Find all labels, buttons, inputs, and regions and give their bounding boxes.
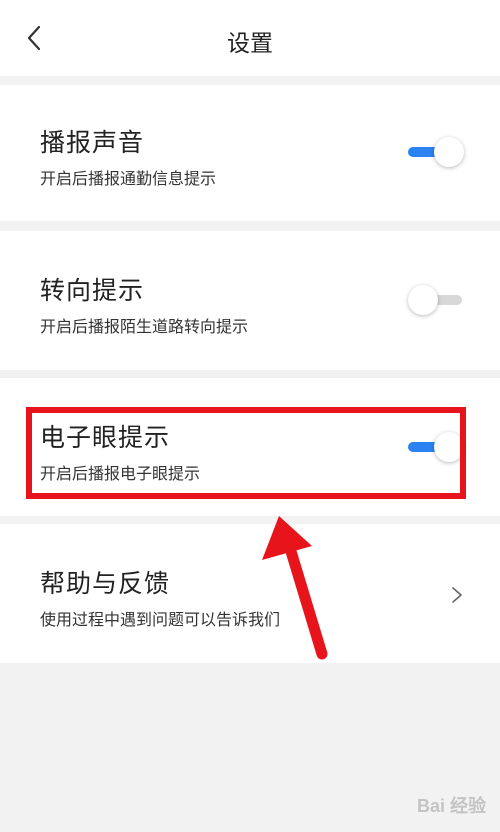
setting-subtitle: 开启后播报通勤信息提示 [40,169,217,188]
watermark-logo: Bai 经验 [417,792,486,818]
setting-title: 转向提示 [40,276,145,305]
watermark-text: Bai 经验 [416,796,486,816]
top-bar: 设置 [0,0,500,76]
setting-turn-prompt: 转向提示 开启后播报陌生道路转向提示 [0,231,500,370]
toggle-knob [408,285,438,315]
setting-broadcast-sound: 播报声音 开启后播报通勤信息提示 [0,85,500,221]
toggle-knob [434,432,464,462]
toggle-knob [434,137,464,167]
chevron-right-icon [452,587,462,603]
help-feedback-row[interactable]: 帮助与反馈 使用过程中遇到问题可以告诉我们 [0,524,500,663]
help-subtitle: 使用过程中遇到问题可以告诉我们 [40,610,281,629]
setting-title: 电子眼提示 [40,423,171,452]
setting-subtitle: 开启后播报陌生道路转向提示 [40,317,249,336]
setting-subtitle: 开启后播报电子眼提示 [40,464,201,483]
setting-title: 播报声音 [40,128,145,157]
help-title: 帮助与反馈 [40,569,171,598]
turn-prompt-toggle[interactable] [408,283,468,317]
speed-camera-toggle[interactable] [408,430,468,464]
page-title: 设置 [227,31,273,57]
setting-speed-camera: 电子眼提示 开启后播报电子眼提示 [0,378,500,516]
broadcast-sound-toggle[interactable] [408,135,468,169]
